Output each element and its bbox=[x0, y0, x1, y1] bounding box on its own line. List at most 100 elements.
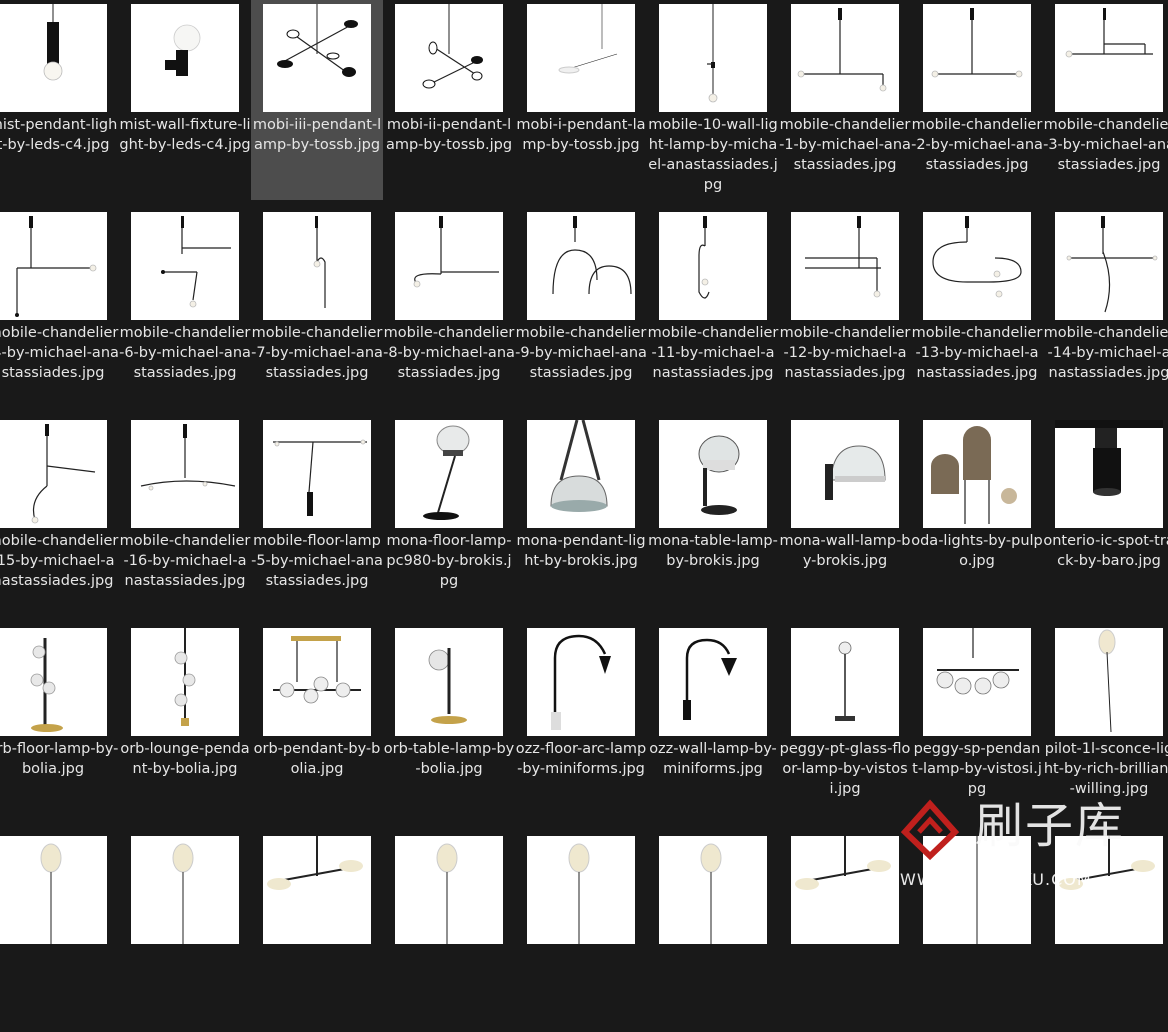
file-tile[interactable]: pilot-1l-sconce-light-by-rich-brilliant-… bbox=[1043, 624, 1168, 824]
file-tile[interactable]: peggy-sp-pendant-lamp-by-vistosi.jpg bbox=[911, 624, 1043, 824]
file-tile[interactable]: mobile-chandelier-2-by-michael-anastassi… bbox=[911, 0, 1043, 200]
file-tile[interactable]: ozz-floor-arc-lamp-by-miniforms.jpg bbox=[515, 624, 647, 824]
file-tile[interactable]: mobile-10-wall-light-lamp-by-michael-ana… bbox=[647, 0, 779, 200]
file-tile[interactable]: mobile-chandelier-9-by-michael-anastassi… bbox=[515, 208, 647, 408]
file-tile[interactable] bbox=[779, 832, 911, 1032]
row6-7-thumbnail-icon[interactable] bbox=[791, 836, 899, 944]
orb-lounge-thumbnail-icon[interactable] bbox=[131, 628, 239, 736]
file-tile[interactable]: mobile-chandelier-6-by-michael-anastassi… bbox=[119, 208, 251, 408]
file-tile[interactable]: orb-lounge-pendant-by-bolia.jpg bbox=[119, 624, 251, 824]
ozz-floor-thumbnail-icon[interactable] bbox=[527, 628, 635, 736]
mona-table-thumbnail-icon[interactable] bbox=[659, 420, 767, 528]
file-name: pilot-1l-sconce-light-by-rich-brilliant-… bbox=[1043, 741, 1168, 797]
mobile-14-thumbnail-icon[interactable] bbox=[1055, 212, 1163, 320]
file-tile[interactable]: oda-lights-by-pulpo.jpg bbox=[911, 416, 1043, 616]
file-tile[interactable] bbox=[1043, 832, 1168, 1032]
onterio-thumbnail-icon[interactable] bbox=[1055, 420, 1163, 528]
mobile-16-thumbnail-icon[interactable] bbox=[131, 420, 239, 528]
row6-3-thumbnail-icon[interactable] bbox=[263, 836, 371, 944]
file-tile[interactable]: mona-wall-lamp-by-brokis.jpg bbox=[779, 416, 911, 616]
mobile-1-thumbnail-icon[interactable] bbox=[791, 4, 899, 112]
mobile-4-thumbnail-icon[interactable] bbox=[0, 212, 107, 320]
mobile-7-thumbnail-icon[interactable] bbox=[263, 212, 371, 320]
mobi-ii-thumbnail-icon[interactable] bbox=[395, 4, 503, 112]
mobile-15-thumbnail-icon[interactable] bbox=[0, 420, 107, 528]
file-tile[interactable] bbox=[251, 832, 383, 1032]
file-tile[interactable]: mobile-chandelier-4-by-michael-anastassi… bbox=[0, 208, 119, 408]
file-name: mobile-chandelier-7-by-michael-anastassi… bbox=[251, 325, 383, 381]
mobile-3-thumbnail-icon[interactable] bbox=[1055, 4, 1163, 112]
file-tile[interactable]: orb-pendant-by-bolia.jpg bbox=[251, 624, 383, 824]
mobile-13-thumbnail-icon[interactable] bbox=[923, 212, 1031, 320]
oda-thumbnail-icon[interactable] bbox=[923, 420, 1031, 528]
mobile-12-thumbnail-icon[interactable] bbox=[791, 212, 899, 320]
mist-pendant-thumbnail-icon[interactable] bbox=[0, 4, 107, 112]
file-tile[interactable]: mobile-chandelier-14-by-michael-anastass… bbox=[1043, 208, 1168, 408]
file-tile[interactable]: mobile-chandelier-12-by-michael-anastass… bbox=[779, 208, 911, 408]
file-tile[interactable]: onterio-ic-spot-track-by-baro.jpg bbox=[1043, 416, 1168, 616]
file-tile[interactable]: ozz-wall-lamp-by-miniforms.jpg bbox=[647, 624, 779, 824]
mobile-floor-5-thumbnail-icon[interactable] bbox=[263, 420, 371, 528]
mobile-2-thumbnail-icon[interactable] bbox=[923, 4, 1031, 112]
file-tile[interactable] bbox=[0, 832, 119, 1032]
mist-wall-thumbnail-icon[interactable] bbox=[131, 4, 239, 112]
file-name: mobile-chandelier-6-by-michael-anastassi… bbox=[119, 325, 251, 381]
file-thumbnail-grid: mist-pendant-light-by-leds-c4.jpg mist-wa… bbox=[0, 0, 1168, 944]
mobile-9-thumbnail-icon[interactable] bbox=[527, 212, 635, 320]
mobi-i-thumbnail-icon[interactable] bbox=[527, 4, 635, 112]
file-name: mist-pendant-light-by-leds-c4.jpg bbox=[0, 117, 118, 153]
row6-1-thumbnail-icon[interactable] bbox=[0, 836, 107, 944]
file-tile[interactable]: mobile-floor-lamp-5-by-michael-anastassi… bbox=[251, 416, 383, 616]
file-tile[interactable]: mobile-chandelier-11-by-michael-anastass… bbox=[647, 208, 779, 408]
ozz-wall-thumbnail-icon[interactable] bbox=[659, 628, 767, 736]
file-tile[interactable]: mona-floor-lamp-pc980-by-brokis.jpg bbox=[383, 416, 515, 616]
row6-6-thumbnail-icon[interactable] bbox=[659, 836, 767, 944]
file-name: mona-floor-lamp-pc980-by-brokis.jpg bbox=[386, 533, 512, 589]
mona-floor-thumbnail-icon[interactable] bbox=[395, 420, 503, 528]
mona-wall-thumbnail-icon[interactable] bbox=[791, 420, 899, 528]
file-tile[interactable]: orb-table-lamp-by-bolia.jpg bbox=[383, 624, 515, 824]
file-tile[interactable]: mobi-iii-pendant-lamp-by-tossb.jpg bbox=[251, 0, 383, 200]
peggy-pt-thumbnail-icon[interactable] bbox=[791, 628, 899, 736]
file-tile[interactable]: mobile-chandelier-3-by-michael-anastassi… bbox=[1043, 0, 1168, 200]
file-tile[interactable] bbox=[515, 832, 647, 1032]
orb-table-thumbnail-icon[interactable] bbox=[395, 628, 503, 736]
orb-floor-thumbnail-icon[interactable] bbox=[0, 628, 107, 736]
file-tile[interactable] bbox=[119, 832, 251, 1032]
file-tile[interactable] bbox=[911, 832, 1043, 1032]
row6-4-thumbnail-icon[interactable] bbox=[395, 836, 503, 944]
file-tile[interactable]: mona-pendant-light-by-brokis.jpg bbox=[515, 416, 647, 616]
mobi-iii-thumbnail-icon[interactable] bbox=[263, 4, 371, 112]
file-tile[interactable]: mist-wall-fixture-light-by-leds-c4.jpg bbox=[119, 0, 251, 200]
file-tile[interactable]: mobile-chandelier-15-by-michael-anastass… bbox=[0, 416, 119, 616]
file-name: mobile-chandelier-14-by-michael-anastass… bbox=[1043, 325, 1168, 381]
file-tile[interactable]: mobile-chandelier-7-by-michael-anastassi… bbox=[251, 208, 383, 408]
file-tile[interactable]: mobi-i-pendant-lamp-by-tossb.jpg bbox=[515, 0, 647, 200]
file-tile[interactable]: peggy-pt-glass-floor-lamp-by-vistosi.jpg bbox=[779, 624, 911, 824]
row6-8-thumbnail-icon[interactable] bbox=[923, 836, 1031, 944]
mobile-6-thumbnail-icon[interactable] bbox=[131, 212, 239, 320]
row6-5-thumbnail-icon[interactable] bbox=[527, 836, 635, 944]
file-tile[interactable]: mobile-chandelier-16-by-michael-anastass… bbox=[119, 416, 251, 616]
mona-pendant-thumbnail-icon[interactable] bbox=[527, 420, 635, 528]
row6-9-thumbnail-icon[interactable] bbox=[1055, 836, 1163, 944]
file-name: mist-wall-fixture-light-by-leds-c4.jpg bbox=[119, 117, 251, 153]
file-tile[interactable]: mona-table-lamp-by-brokis.jpg bbox=[647, 416, 779, 616]
mobile-10-thumbnail-icon[interactable] bbox=[659, 4, 767, 112]
file-name: orb-lounge-pendant-by-bolia.jpg bbox=[120, 741, 250, 777]
mobile-8-thumbnail-icon[interactable] bbox=[395, 212, 503, 320]
pilot-1l-thumbnail-icon[interactable] bbox=[1055, 628, 1163, 736]
file-tile[interactable]: mobile-chandelier-13-by-michael-anastass… bbox=[911, 208, 1043, 408]
file-tile[interactable]: mobile-chandelier-1-by-michael-anastassi… bbox=[779, 0, 911, 200]
peggy-sp-thumbnail-icon[interactable] bbox=[923, 628, 1031, 736]
orb-pendant-thumbnail-icon[interactable] bbox=[263, 628, 371, 736]
file-tile[interactable]: mobi-ii-pendant-lamp-by-tossb.jpg bbox=[383, 0, 515, 200]
file-tile[interactable]: mobile-chandelier-8-by-michael-anastassi… bbox=[383, 208, 515, 408]
file-tile[interactable]: orb-floor-lamp-by-bolia.jpg bbox=[0, 624, 119, 824]
file-tile[interactable] bbox=[383, 832, 515, 1032]
row6-2-thumbnail-icon[interactable] bbox=[131, 836, 239, 944]
file-tile[interactable]: mist-pendant-light-by-leds-c4.jpg bbox=[0, 0, 119, 200]
file-tile[interactable] bbox=[647, 832, 779, 1032]
file-name: oda-lights-by-pulpo.jpg bbox=[911, 533, 1043, 569]
mobile-11-thumbnail-icon[interactable] bbox=[659, 212, 767, 320]
